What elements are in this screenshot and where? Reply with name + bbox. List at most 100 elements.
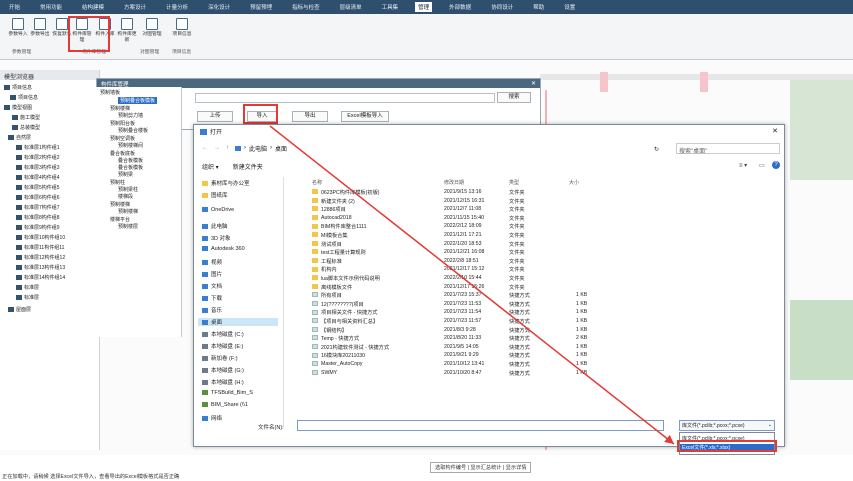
tree-node[interactable]: 标准层	[16, 294, 39, 301]
refresh-icon[interactable]: ↻	[654, 146, 659, 153]
nav-item-selected[interactable]: 桌面	[198, 318, 278, 326]
tree-node[interactable]: 屋面层	[8, 306, 31, 313]
file-row-shortcut[interactable]: 12(????????)项目 2021/7/23 11:53 快捷方式 1 KB	[286, 301, 736, 310]
library-update-button[interactable]: 构件库更新	[117, 18, 137, 44]
search-button[interactable]: 搜索	[497, 92, 531, 103]
tree-node[interactable]: 标准层14构件组14	[16, 274, 65, 281]
column-header-name[interactable]: 名称	[312, 179, 322, 186]
tree-node[interactable]: 标准层	[16, 284, 39, 291]
param-export-button[interactable]: 参数导出	[30, 18, 50, 38]
tree-node[interactable]: 标准层13构件组13	[16, 264, 65, 271]
nav-item[interactable]: BIM_Share (\\1	[202, 402, 248, 408]
file-row-shortcut[interactable]: 2021构建软件测试 - 快捷方式 2021/9/5 14:05 快捷方式 1 KB	[286, 344, 736, 353]
search-input[interactable]: 搜索"桌面"	[676, 143, 780, 155]
menu-item-collab[interactable]: 协同设计	[488, 2, 516, 12]
tree-node[interactable]: 自然层	[8, 134, 31, 141]
menu-item-settings[interactable]: 设置	[561, 2, 578, 12]
nav-item[interactable]: TFSBuild_Bim_S	[202, 390, 253, 396]
tree-node[interactable]: 标准层3构件组3	[16, 164, 60, 171]
library-tree-item[interactable]: 叠合板模板	[118, 157, 143, 164]
file-row-folder[interactable]: 12886项目 2021/12/7 11:08 文件夹	[286, 206, 736, 215]
library-tree-item[interactable]: 叠合板底板	[110, 150, 135, 157]
library-tree-item[interactable]: 预制梁柱	[118, 186, 138, 193]
library-tree-item[interactable]: 预制墙板	[100, 89, 120, 96]
help-icon[interactable]: ?	[772, 161, 780, 169]
file-row-shortcut[interactable]: Master_AutoCopy 2021/10/12 13:41 快捷方式 1 KB	[286, 361, 736, 370]
nav-item[interactable]: 网络	[202, 414, 222, 422]
library-tree-item[interactable]: 预制楼梯间	[118, 142, 143, 149]
tree-node[interactable]: 施工模型	[12, 114, 40, 121]
file-row-shortcut[interactable]: 项目相关文件 - 快捷方式 2021/7/23 11:54 快捷方式 1 KB	[286, 309, 736, 318]
file-row-folder[interactable]: test工程量计算规则 2021/12/21 16:08 文件夹	[286, 249, 736, 258]
tree-node[interactable]: 标准层5构件组5	[16, 184, 60, 191]
organize-button[interactable]: 组织 ▾	[202, 162, 219, 171]
library-search-input[interactable]	[195, 93, 495, 103]
new-folder-button[interactable]: 新建文件夹	[233, 162, 263, 171]
library-tree-item[interactable]: 预制阳台板	[110, 120, 135, 127]
nav-item[interactable]: Autodesk 360	[202, 246, 245, 252]
view-icon[interactable]: ≡ ▾	[739, 162, 747, 169]
menu-item-detail[interactable]: 深化设计	[205, 2, 233, 12]
file-row-folder[interactable]: 离线模板文件 2021/12/17 15:26 文件夹	[286, 284, 736, 293]
nav-item[interactable]: 本地磁盘 (E:)	[202, 342, 243, 350]
menu-item-modeling[interactable]: 结构建模	[79, 2, 107, 12]
file-row-folder[interactable]: 新建文件夹 (2) 2021/12/15 16:31 文件夹	[286, 198, 736, 207]
column-header-date[interactable]: 修改日期	[444, 179, 464, 186]
drawing-manage-button[interactable]: 对图管理	[142, 18, 162, 38]
back-arrow-icon[interactable]: ←	[202, 145, 208, 151]
library-tree-item[interactable]: 预制楼梯	[110, 201, 130, 208]
tree-node[interactable]: 标准层2构件组2	[16, 154, 60, 161]
file-row-folder[interactable]: 机构内 2021/12/17 15:12 文件夹	[286, 266, 736, 275]
up-arrow-icon[interactable]: ↑	[226, 145, 229, 151]
library-tree-item[interactable]: 预制楼梯	[110, 105, 130, 112]
file-row-folder[interactable]: 测试项目 2022/1/20 18:53 文件夹	[286, 241, 736, 250]
menu-item-list[interactable]: 层级清单	[337, 2, 365, 12]
pane-icon[interactable]: ▭	[759, 162, 765, 169]
menu-item-check[interactable]: 指标与检查	[289, 2, 323, 12]
nav-item[interactable]: 音乐	[202, 306, 222, 314]
nav-item[interactable]: 图片	[202, 270, 222, 278]
file-row-folder[interactable]: 工程标准 2022/2/8 18:51 文件夹	[286, 258, 736, 267]
library-tree-item[interactable]: 预制剪力墙	[118, 112, 143, 119]
library-tree-item[interactable]: 楼梯平台	[110, 216, 130, 223]
library-tree-item[interactable]: 叠合板模板	[118, 164, 143, 171]
export-button[interactable]: 导出	[292, 111, 328, 122]
library-tree-item[interactable]: 预制楼梯	[118, 208, 138, 215]
tree-node[interactable]: 标准层9构件组9	[16, 224, 60, 231]
tree-node[interactable]: 标准层4构件组4	[16, 174, 60, 181]
tree-node[interactable]: 标准层12构件组12	[16, 254, 65, 261]
menu-item-manage[interactable]: 管理	[415, 2, 433, 12]
tree-node[interactable]: 项目信息	[10, 94, 38, 101]
menu-item-start[interactable]: 开始	[6, 2, 23, 12]
nav-item[interactable]: OneDrive	[202, 207, 234, 213]
nav-item[interactable]: 图纸库	[202, 191, 228, 199]
menu-item-scheme[interactable]: 方案设计	[121, 2, 149, 12]
breadcrumb-desktop[interactable]: 桌面	[275, 144, 287, 153]
file-row-shortcut[interactable]: 【钢结构】 2021/8/3 9:28 快捷方式 1 KB	[286, 327, 736, 336]
menu-item-embed[interactable]: 预留预埋	[247, 2, 275, 12]
forward-arrow-icon[interactable]: →	[214, 145, 220, 151]
file-row-folder[interactable]: Autocad2018 2021/11/15 15:40 文件夹	[286, 215, 736, 224]
excel-template-import-button[interactable]: Excel模板导入	[341, 111, 389, 122]
library-tree-item-selected[interactable]: 预制叠合板模板	[118, 97, 158, 104]
filename-input[interactable]	[297, 420, 664, 431]
file-row-shortcut[interactable]: 16模块库20211030 2021/9/21 9:29 快捷方式 1 KB	[286, 352, 736, 361]
nav-item[interactable]: 视频	[202, 258, 222, 266]
file-row-shortcut[interactable]: SWMY 2021/10/20 8:47 快捷方式 1 KB	[286, 370, 736, 379]
menu-item-analysis[interactable]: 计量分析	[163, 2, 191, 12]
status-nav[interactable]: 选取构件编号 | 显示汇总统计 | 显示详情	[430, 462, 532, 473]
project-info-button[interactable]: 项目信息	[172, 18, 192, 38]
nav-item[interactable]: 新加卷 (F:)	[202, 354, 238, 362]
tree-node[interactable]: 标准层11构件组11	[16, 244, 64, 251]
tree-node[interactable]: 模型视图	[4, 104, 32, 111]
upload-button[interactable]: 上传	[197, 111, 233, 122]
file-row-folder[interactable]: 0623PC构件库模板(初版) 2021/9/15 13:16 文件夹	[286, 189, 736, 198]
filetype-select[interactable]: 库文件(*.pclib;*.pcox;*.pcxe) ⌄	[679, 420, 775, 431]
close-icon[interactable]: ✕	[772, 127, 778, 135]
nav-item[interactable]: 此电脑	[202, 222, 228, 230]
menu-item-help[interactable]: 帮助	[530, 2, 547, 12]
library-tree-item[interactable]: 楼梯段	[118, 193, 133, 200]
close-icon[interactable]: ✕	[531, 80, 536, 87]
tree-node[interactable]: 标准层6构件组6	[16, 194, 60, 201]
library-tree-item[interactable]: 预制梁	[118, 171, 133, 178]
